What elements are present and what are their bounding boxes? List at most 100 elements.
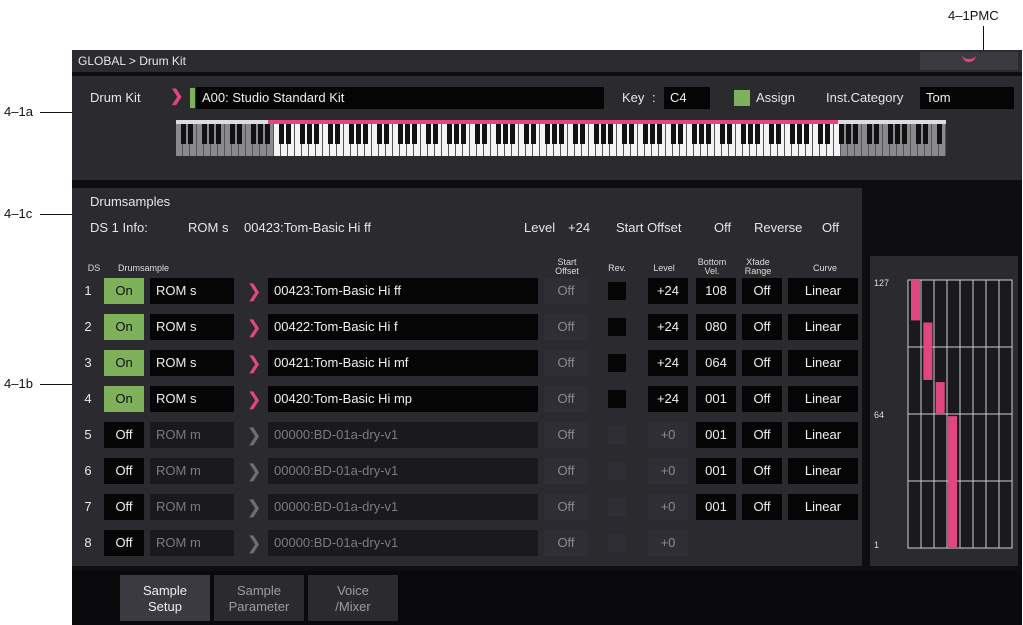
sample-select-arrow-icon[interactable]: ❯ [246, 314, 262, 340]
keyboard-black-key[interactable] [278, 124, 284, 144]
curve-field[interactable]: Linear [788, 350, 858, 376]
bank-field[interactable]: ROM m [150, 530, 234, 556]
bank-field[interactable]: ROM m [150, 458, 234, 484]
keyboard-black-key[interactable] [642, 124, 648, 144]
sample-field[interactable]: 00000:BD-01a-dry-v1 [268, 458, 538, 484]
onoff-button[interactable]: Off [104, 530, 144, 556]
xfade-range-field[interactable]: Off [742, 278, 782, 304]
keyboard-black-key[interactable] [250, 124, 256, 144]
level-field[interactable]: +0 [648, 530, 688, 556]
onoff-button[interactable]: Off [104, 494, 144, 520]
keyboard-black-key[interactable] [649, 124, 655, 144]
start-offset-field[interactable]: Off [544, 494, 588, 520]
start-offset-field[interactable]: Off [544, 278, 588, 304]
sample-select-arrow-icon[interactable]: ❯ [246, 494, 262, 520]
keyboard-black-key[interactable] [873, 124, 879, 144]
start-offset-field[interactable]: Off [544, 314, 588, 340]
keyboard-black-key[interactable] [355, 124, 361, 144]
keyboard-black-key[interactable] [530, 124, 536, 144]
keyboard-black-key[interactable] [894, 124, 900, 144]
keyboard-black-key[interactable] [215, 124, 221, 144]
drum-kit-name-field[interactable]: A00: Studio Standard Kit [196, 87, 604, 109]
keyboard-black-key[interactable] [474, 124, 480, 144]
keyboard-display[interactable] [176, 120, 946, 156]
keyboard-black-key[interactable] [425, 124, 431, 144]
bottom-vel-field[interactable]: 001 [696, 422, 736, 448]
keyboard-black-key[interactable] [348, 124, 354, 144]
keyboard-black-key[interactable] [411, 124, 417, 144]
xfade-range-field[interactable]: Off [742, 458, 782, 484]
keyboard-black-key[interactable] [740, 124, 746, 144]
keyboard-black-key[interactable] [838, 124, 844, 144]
keyboard-black-key[interactable] [817, 124, 823, 144]
curve-field[interactable]: Linear [788, 386, 858, 412]
xfade-range-field[interactable]: Off [742, 386, 782, 412]
curve-field[interactable]: Linear [788, 494, 858, 520]
bottom-vel-field[interactable]: 108 [696, 278, 736, 304]
keyboard-black-key[interactable] [404, 124, 410, 144]
level-field[interactable]: +24 [648, 386, 688, 412]
xfade-range-field[interactable]: Off [742, 494, 782, 520]
keyboard-black-key[interactable] [936, 124, 942, 144]
keyboard-black-key[interactable] [656, 124, 662, 144]
keyboard-black-key[interactable] [313, 124, 319, 144]
start-offset-field[interactable]: Off [544, 530, 588, 556]
keyboard-black-key[interactable] [299, 124, 305, 144]
keyboard-black-key[interactable] [481, 124, 487, 144]
keyboard-black-key[interactable] [257, 124, 263, 144]
keyboard-black-key[interactable] [698, 124, 704, 144]
bottom-vel-field[interactable]: 080 [696, 314, 736, 340]
level-field[interactable]: +0 [648, 422, 688, 448]
keyboard-black-key[interactable] [593, 124, 599, 144]
inst-category-field[interactable]: Tom [920, 87, 1014, 109]
bank-field[interactable]: ROM s [150, 314, 234, 340]
reverse-checkbox[interactable] [608, 390, 626, 408]
curve-field[interactable]: Linear [788, 314, 858, 340]
keyboard-black-key[interactable] [306, 124, 312, 144]
page-menu-button[interactable] [920, 52, 1018, 70]
keyboard-black-key[interactable] [677, 124, 683, 144]
level-field[interactable]: +0 [648, 494, 688, 520]
keyboard-black-key[interactable] [327, 124, 333, 144]
sample-select-arrow-icon[interactable]: ❯ [246, 278, 262, 304]
xfade-range-field[interactable]: Off [742, 422, 782, 448]
level-field[interactable]: +24 [648, 278, 688, 304]
keyboard-black-key[interactable] [803, 124, 809, 144]
keyboard-black-key[interactable] [334, 124, 340, 144]
sample-select-arrow-icon[interactable]: ❯ [246, 458, 262, 484]
sample-field[interactable]: 00000:BD-01a-dry-v1 [268, 494, 538, 520]
keyboard-black-key[interactable] [824, 124, 830, 144]
keyboard-black-key[interactable] [670, 124, 676, 144]
keyboard-black-key[interactable] [607, 124, 613, 144]
onoff-button[interactable]: Off [104, 458, 144, 484]
bank-field[interactable]: ROM m [150, 494, 234, 520]
reverse-checkbox[interactable] [608, 282, 626, 300]
curve-field[interactable]: Linear [788, 422, 858, 448]
onoff-button[interactable]: On [104, 386, 144, 412]
keyboard-black-key[interactable] [208, 124, 214, 144]
keyboard-black-key[interactable] [376, 124, 382, 144]
keyboard-black-key[interactable] [509, 124, 515, 144]
bottom-vel-field[interactable]: 001 [696, 494, 736, 520]
keyboard-black-key[interactable] [572, 124, 578, 144]
curve-field[interactable]: Linear [788, 458, 858, 484]
keyboard-black-key[interactable] [789, 124, 795, 144]
keyboard-black-key[interactable] [796, 124, 802, 144]
keyboard-black-key[interactable] [852, 124, 858, 144]
level-field[interactable]: +24 [648, 350, 688, 376]
keyboard-black-key[interactable] [915, 124, 921, 144]
bottom-vel-field[interactable]: 001 [696, 458, 736, 484]
keyboard-black-key[interactable] [544, 124, 550, 144]
keyboard-black-key[interactable] [719, 124, 725, 144]
onoff-button[interactable]: On [104, 314, 144, 340]
assign-checkbox[interactable] [734, 90, 750, 106]
sample-select-arrow-icon[interactable]: ❯ [246, 350, 262, 376]
keyboard-black-key[interactable] [180, 124, 186, 144]
sample-field[interactable]: 00422:Tom-Basic Hi f [268, 314, 538, 340]
sample-field[interactable]: 00000:BD-01a-dry-v1 [268, 530, 538, 556]
keyboard-black-key[interactable] [691, 124, 697, 144]
reverse-checkbox[interactable] [608, 534, 626, 552]
xfade-range-field[interactable]: Off [742, 314, 782, 340]
keyboard-black-key[interactable] [628, 124, 634, 144]
keyboard-black-key[interactable] [754, 124, 760, 144]
